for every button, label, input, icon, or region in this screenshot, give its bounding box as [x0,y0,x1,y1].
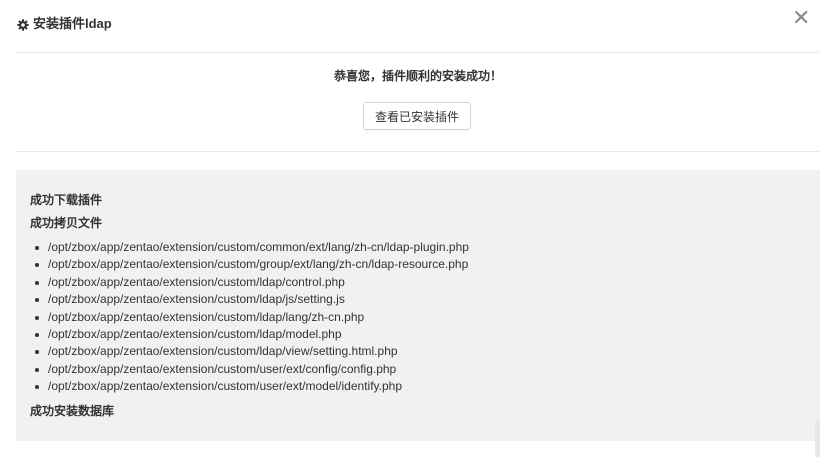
bullet-icon [35,263,39,268]
file-path: /opt/zbox/app/zentao/extension/custom/us… [48,361,397,376]
bullet-icon [35,315,39,320]
list-item: /opt/zbox/app/zentao/extension/custom/ld… [30,291,469,308]
list-item: /opt/zbox/app/zentao/extension/custom/ld… [30,274,469,291]
bullet-icon [35,350,39,355]
dialog-title-wrap: 安装插件ldap [17,15,112,33]
list-item: /opt/zbox/app/zentao/extension/custom/gr… [30,256,469,273]
file-path: /opt/zbox/app/zentao/extension/custom/ld… [48,292,345,307]
file-path: /opt/zbox/app/zentao/extension/custom/co… [48,240,469,254]
success-message: 恭喜您，插件顺利的安装成功！ [333,69,502,83]
copied-files-list: /opt/zbox/app/zentao/extension/custom/co… [30,239,469,396]
close-icon[interactable]: ✕ [792,8,810,30]
file-path: /opt/zbox/app/zentao/extension/custom/ld… [48,326,342,341]
bullet-icon [35,246,39,250]
copy-success-heading: 成功拷贝文件 [30,216,103,230]
bullet-icon [35,385,39,390]
file-path: /opt/zbox/app/zentao/extension/custom/gr… [48,257,469,272]
bullet-icon [35,332,39,337]
dialog-title: 安装插件ldap [33,16,112,31]
install-plugin-dialog: 安装插件ldap ✕ 恭喜您，插件顺利的安装成功！ 查看已安装插件 成功下载插件… [0,0,820,457]
list-item: /opt/zbox/app/zentao/extension/custom/ld… [30,309,469,326]
scrollbar[interactable] [815,421,820,457]
bullet-icon [35,367,39,372]
download-success-heading: 成功下载插件 [30,193,103,207]
gear-icon [17,18,29,31]
database-success-heading: 成功安装数据库 [30,404,115,418]
file-path: /opt/zbox/app/zentao/extension/custom/us… [48,379,402,394]
list-item: /opt/zbox/app/zentao/extension/custom/ld… [30,343,469,360]
list-item: /opt/zbox/app/zentao/extension/custom/us… [30,361,469,378]
file-path: /opt/zbox/app/zentao/extension/custom/ld… [48,344,398,359]
list-item: /opt/zbox/app/zentao/extension/custom/ld… [30,326,469,343]
file-path: /opt/zbox/app/zentao/extension/custom/ld… [48,309,365,324]
view-installed-plugins-button[interactable]: 查看已安装插件 [363,102,471,130]
list-item: /opt/zbox/app/zentao/extension/custom/us… [30,378,469,395]
install-log-panel: 成功下载插件 成功拷贝文件 /opt/zbox/app/zentao/exten… [16,170,820,441]
bullet-icon [35,298,39,303]
dialog-header: 安装插件ldap ✕ [16,0,820,53]
list-item: /opt/zbox/app/zentao/extension/custom/co… [30,239,469,256]
bullet-icon [35,280,39,285]
install-result-area: 恭喜您，插件顺利的安装成功！ 查看已安装插件 [16,52,820,152]
file-path: /opt/zbox/app/zentao/extension/custom/ld… [48,274,345,289]
